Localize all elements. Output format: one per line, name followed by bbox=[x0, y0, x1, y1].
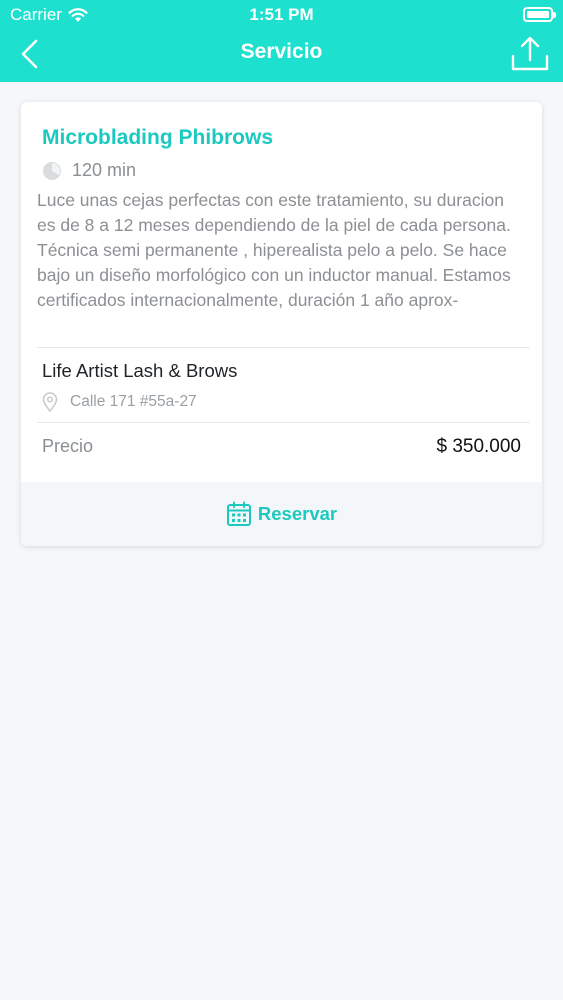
duration-text: 120 min bbox=[72, 160, 137, 180]
service-title: Microblading Phibrows bbox=[42, 126, 274, 149]
service-duration: 120 min bbox=[42, 160, 136, 181]
address-text: Calle 171 #55a-27 bbox=[70, 393, 197, 410]
business-name[interactable]: Life Artist Lash & Brows bbox=[42, 360, 237, 382]
service-card: Microblading Phibrows 120 min Luce unas … bbox=[21, 102, 542, 546]
price-label: Precio bbox=[42, 436, 94, 456]
navigation-bar: Carrier 1:51 PM Servicio bbox=[0, 0, 563, 82]
price-value: $ 350.000 bbox=[436, 436, 521, 457]
reserve-label: Reservar bbox=[257, 503, 338, 524]
status-bar: Carrier 1:51 PM bbox=[0, 0, 563, 30]
divider bbox=[37, 422, 530, 423]
share-button[interactable] bbox=[511, 36, 549, 72]
page-title: Servicio bbox=[240, 40, 323, 63]
location-pin-icon bbox=[42, 392, 58, 412]
clock-icon bbox=[43, 161, 61, 180]
divider bbox=[37, 347, 530, 348]
business-address: Calle 171 #55a-27 bbox=[42, 392, 197, 412]
service-description: Luce unas cejas perfectas con este trata… bbox=[37, 190, 511, 310]
calendar-icon bbox=[226, 501, 251, 526]
status-time: 1:51 PM bbox=[249, 5, 314, 24]
battery-icon bbox=[523, 7, 556, 22]
reserve-button[interactable]: Reservar bbox=[21, 482, 542, 546]
